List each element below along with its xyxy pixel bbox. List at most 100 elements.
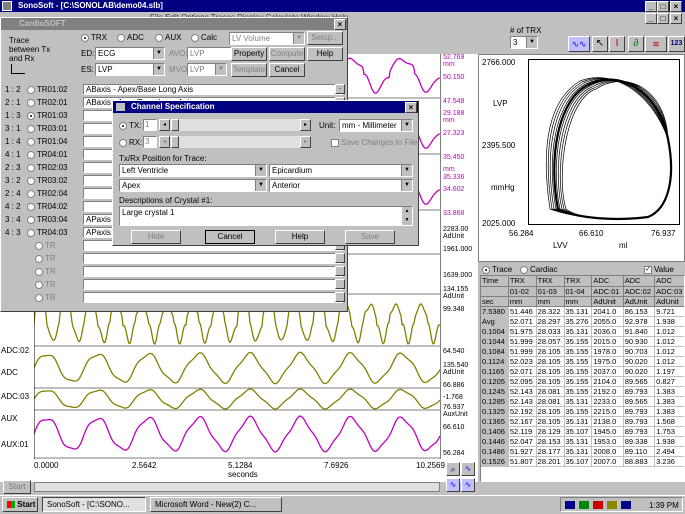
empty-row-radio[interactable] bbox=[35, 254, 43, 263]
table-row[interactable]: 0.1124 52.023 28.105 35.155 1975.0 90.020 1.01… bbox=[481, 356, 684, 367]
source-trx-radio[interactable]: TRX bbox=[81, 33, 107, 42]
trace-row-radio[interactable] bbox=[26, 202, 35, 211]
empty-trace-row[interactable]: TR bbox=[5, 240, 345, 252]
data-table[interactable]: TimeTRXTRXTRXADCADCADCAl01-0201-0301-04A… bbox=[480, 275, 685, 482]
empty-trace-row[interactable]: TR bbox=[5, 292, 345, 304]
table-row[interactable]: Avg52.07128.29735.2762055.092.9781.93873 bbox=[481, 316, 684, 327]
empty-row-button[interactable] bbox=[335, 253, 345, 263]
compute-button[interactable]: Compute bbox=[269, 47, 305, 61]
pointer-icon[interactable]: ↖ bbox=[592, 36, 608, 52]
position-select-1[interactable]: Left Ventricle ▼ bbox=[119, 164, 267, 177]
empty-trace-row[interactable]: TR bbox=[5, 266, 345, 278]
setup-button[interactable]: Setup... bbox=[307, 31, 343, 45]
table-row[interactable]: 0.1406 52.119 28.129 35.107 1945.0 89.793 1.75… bbox=[481, 426, 684, 437]
rx-input[interactable]: 3 bbox=[143, 136, 157, 148]
scroll-wave-icon[interactable]: ∿ bbox=[446, 478, 460, 492]
trace-row-radio[interactable] bbox=[26, 111, 35, 120]
wave-zoom-icon[interactable]: ∿ bbox=[461, 462, 475, 476]
table-row[interactable]: 0.1205 52.095 28.105 35.155 2104.0 89.565 0.82… bbox=[481, 376, 684, 387]
table-row[interactable]: 0.1245 52.143 28.081 35.155 2192.0 89.793 1.38… bbox=[481, 386, 684, 397]
lv-volume-select[interactable]: LV Volume ▼ bbox=[229, 32, 305, 45]
table-row[interactable]: 0.1004 51.975 28.033 35.131 2036.0 91.840 1.01… bbox=[481, 326, 684, 337]
channel-cancel-button[interactable]: Cancel bbox=[205, 230, 255, 244]
trace-radio[interactable]: Trace bbox=[482, 265, 512, 274]
trace-row[interactable]: 4 : 2 TR04:02- bbox=[5, 201, 345, 213]
maximize-icon[interactable]: □ bbox=[657, 1, 669, 12]
taskbar-item-sonosoft[interactable]: SonoSoft - [C:\SONO... bbox=[42, 497, 146, 512]
table-row[interactable]: 0.1044 51.999 28.057 35.155 2015.0 90.930 1.01… bbox=[481, 336, 684, 347]
trace-row-radio[interactable] bbox=[26, 176, 35, 185]
source-calc-radio[interactable]: Calc bbox=[191, 33, 217, 42]
scroll-wave2-icon[interactable]: ∿ bbox=[461, 478, 475, 492]
trace-row[interactable]: 1 : 2 TR01:02 ABaxis - Apex/Base Long Axi… bbox=[5, 84, 345, 96]
trace-row[interactable]: 4 : 3 TR04:03APaxis - Anterior/Posterior… bbox=[5, 227, 345, 239]
trace-row-radio[interactable] bbox=[26, 150, 35, 159]
empty-row-radio[interactable] bbox=[35, 280, 43, 289]
tx-input[interactable]: 1 bbox=[143, 119, 157, 131]
ed-select[interactable]: ECG ▼ bbox=[95, 47, 165, 60]
table-row[interactable]: 0.1084 51.999 28.105 35.155 1978.0 90.703 1.01… bbox=[481, 346, 684, 357]
empty-row-radio[interactable] bbox=[35, 241, 43, 250]
trace-row-radio[interactable] bbox=[26, 228, 35, 237]
child-restore-icon[interactable]: □ bbox=[657, 13, 669, 24]
cursor-icon[interactable]: I bbox=[609, 36, 625, 52]
trace-row[interactable]: 1 : 3 TR01:03- bbox=[5, 110, 345, 122]
empty-description[interactable] bbox=[83, 279, 343, 290]
rx-radio[interactable]: RX: bbox=[119, 138, 142, 147]
trace-row-radio[interactable] bbox=[26, 98, 35, 107]
table-row[interactable]: 0.1446 52.047 28.153 35.131 1953.0 89.338 1.93… bbox=[481, 436, 684, 447]
loop-icon[interactable]: ∂ bbox=[628, 36, 644, 52]
trace-row-radio[interactable] bbox=[26, 137, 35, 146]
table-row[interactable]: 0.1365 52.167 28.105 35.131 2138.0 89.793 1.56… bbox=[481, 416, 684, 427]
source-aux-radio[interactable]: AUX bbox=[155, 33, 181, 42]
trace-row[interactable]: 2 : 3 TR02:03- bbox=[5, 162, 345, 174]
tx-slider[interactable]: ◂ ▸ bbox=[159, 119, 311, 131]
taskbar-item-word[interactable]: Microsoft Word - New(2) C... bbox=[150, 497, 282, 512]
table-row[interactable]: 0.1526 51.807 28.201 35.107 2007.0 88.883 3.23… bbox=[481, 456, 684, 467]
empty-row-radio[interactable] bbox=[35, 293, 43, 302]
trace-row-radio[interactable] bbox=[26, 85, 35, 94]
trace-row[interactable]: 3 : 1 TR03:01- bbox=[5, 123, 345, 135]
channel-spec-close-icon[interactable]: × bbox=[405, 102, 417, 113]
close-icon[interactable]: × bbox=[670, 1, 682, 12]
start-menu-button[interactable]: Start bbox=[2, 497, 38, 512]
source-adc-radio[interactable]: ADC bbox=[117, 33, 144, 42]
mvo-select[interactable]: LVP ▼ bbox=[187, 63, 227, 76]
channel-help-button[interactable]: Help bbox=[275, 230, 325, 244]
table-row[interactable]: 0.1325 52.192 28.105 35.155 2215.0 89.793 1.38… bbox=[481, 406, 684, 417]
template-button[interactable]: Template bbox=[231, 63, 267, 77]
cardio-cancel-button[interactable]: Cancel bbox=[269, 63, 305, 77]
empty-description[interactable] bbox=[83, 266, 343, 277]
start-button[interactable]: Start bbox=[3, 480, 31, 494]
tx-radio[interactable]: TX: bbox=[119, 121, 141, 130]
trx-count-select[interactable]: 3 ▼ bbox=[510, 36, 538, 49]
pv-loop-plot[interactable] bbox=[528, 59, 680, 225]
empty-row-button[interactable] bbox=[335, 279, 345, 289]
trace-row[interactable]: 2 : 1 TR02:01ABaxis - Apex/Base Long Axi… bbox=[5, 97, 345, 109]
trace-row-button[interactable]: - bbox=[335, 84, 345, 94]
table-row[interactable]: 0.1486 51.927 28.177 35.131 2008.0 89.110 2.49… bbox=[481, 446, 684, 457]
table-row[interactable]: 0.1165 52.071 28.105 35.155 2037.0 90.020 1.19… bbox=[481, 366, 684, 377]
trace-row[interactable]: 4 : 1 TR04:01- bbox=[5, 149, 345, 161]
minimize-icon[interactable]: _ bbox=[645, 1, 657, 12]
empty-trace-row[interactable]: TR bbox=[5, 279, 345, 291]
trace-row-radio[interactable] bbox=[26, 215, 35, 224]
values-icon[interactable]: 123 bbox=[668, 36, 685, 52]
child-close-icon[interactable]: × bbox=[670, 13, 682, 24]
trace-icon[interactable]: ≋ bbox=[645, 36, 667, 52]
save-to-file-checkbox[interactable]: Save Changes to File bbox=[331, 138, 418, 147]
help-button[interactable]: Help bbox=[307, 47, 343, 61]
trace-row[interactable]: 1 : 4 TR01:04- bbox=[5, 136, 345, 148]
waveform-icon[interactable]: ∿∿ bbox=[568, 36, 590, 52]
trace-hscroll[interactable] bbox=[34, 482, 440, 492]
cardiac-radio[interactable]: Cardiac bbox=[520, 265, 558, 274]
trace-row[interactable]: 3 : 2 TR03:02- bbox=[5, 175, 345, 187]
trace-row[interactable]: 2 : 4 TR02:04- bbox=[5, 188, 345, 200]
channel-save-button[interactable]: Save bbox=[345, 230, 395, 244]
empty-row-button[interactable] bbox=[335, 266, 345, 276]
trace-row[interactable]: 3 : 4 TR03:04APaxis- bbox=[5, 214, 345, 226]
position-select-2[interactable]: Epicardium ▼ bbox=[269, 164, 413, 177]
empty-row-radio[interactable] bbox=[35, 267, 43, 276]
description-textarea[interactable]: Large crystal 1 ▲ ▼ bbox=[119, 206, 413, 226]
table-row[interactable]: 7.5380 51.446 28.322 35.131 2041.0 86.153 9.72… bbox=[481, 306, 684, 317]
